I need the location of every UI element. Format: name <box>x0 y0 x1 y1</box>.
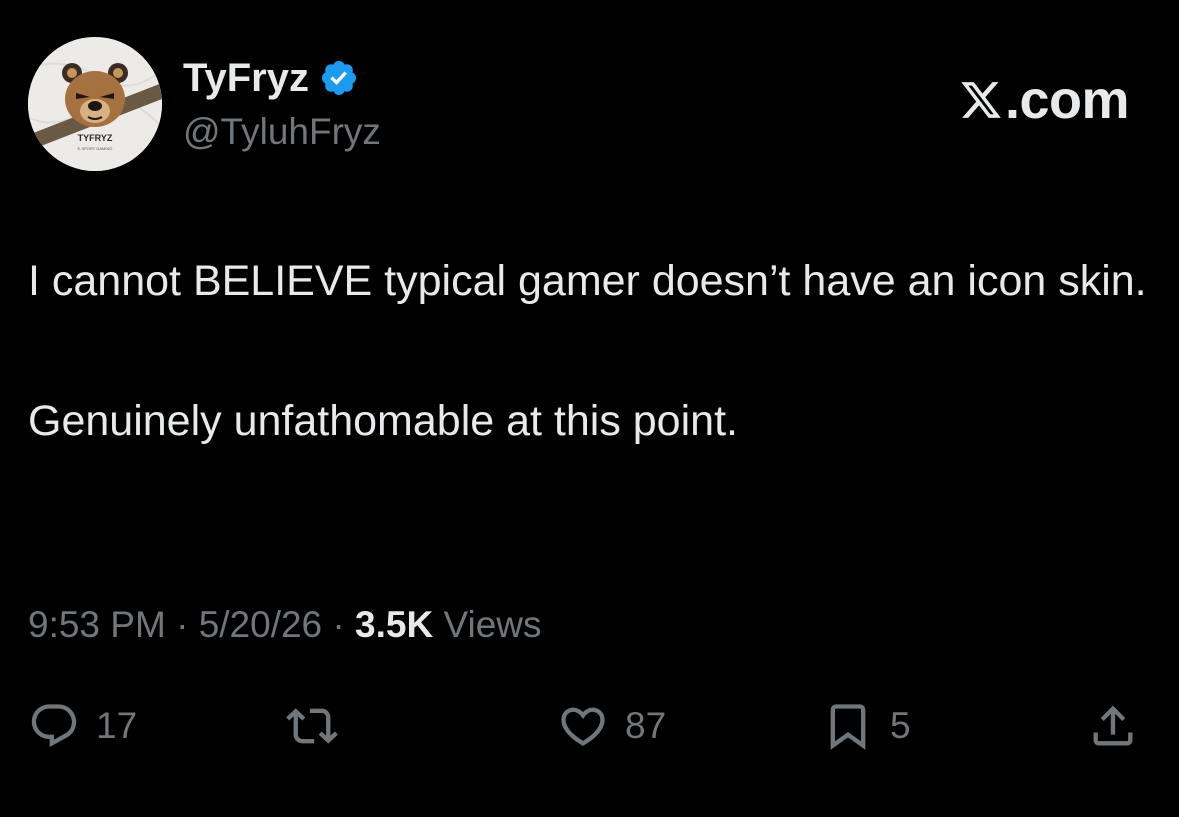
like-button[interactable]: 87 <box>557 694 666 758</box>
author-handle[interactable]: @TyluhFryz <box>183 110 381 154</box>
avatar-subtext: E-SPORT GAMING <box>78 146 113 151</box>
tweet-paragraph: I cannot BELIEVE typical gamer doesn’t h… <box>28 257 1147 305</box>
avatar[interactable]: TYFRYZ E-SPORT GAMING <box>28 37 162 171</box>
like-count: 87 <box>625 705 667 746</box>
bear-logo-icon: TYFRYZ E-SPORT GAMING <box>28 37 162 171</box>
share-icon <box>1093 705 1133 746</box>
x-brand: .com <box>959 70 1130 130</box>
meta-separator: · <box>322 604 356 645</box>
share-button[interactable] <box>1087 694 1139 758</box>
author-name-row[interactable]: TyFryz <box>183 54 359 102</box>
reply-count: 17 <box>96 705 138 746</box>
bookmark-count: 5 <box>890 705 911 746</box>
bookmark-icon <box>830 704 866 750</box>
avatar-text: TYFRYZ <box>78 133 113 143</box>
x-logo-icon <box>961 82 1001 118</box>
views-count[interactable]: 3.5K <box>355 604 433 645</box>
tweet-text: I cannot BELIEVE typical gamer doesn’t h… <box>28 246 1148 457</box>
views-label: Views <box>433 604 542 645</box>
reply-icon <box>31 704 77 748</box>
heart-icon <box>561 707 605 746</box>
tweet-paragraph: Genuinely unfathomable at this point. <box>28 397 738 445</box>
display-name[interactable]: TyFryz <box>183 54 309 102</box>
action-bar: 17 87 5 <box>0 694 1179 758</box>
repost-button[interactable] <box>286 694 354 758</box>
repost-icon <box>286 708 338 744</box>
brand-text: .com <box>1004 70 1130 130</box>
tweet-time[interactable]: 9:53 PM <box>28 604 166 645</box>
reply-button[interactable]: 17 <box>28 694 137 758</box>
tweet-meta: 9:53 PM · 5/20/26 · 3.5K Views <box>28 600 542 650</box>
tweet-date[interactable]: 5/20/26 <box>199 604 322 645</box>
verified-badge-icon[interactable] <box>319 58 359 98</box>
bookmark-button[interactable]: 5 <box>822 694 911 758</box>
meta-separator: · <box>165 604 199 645</box>
